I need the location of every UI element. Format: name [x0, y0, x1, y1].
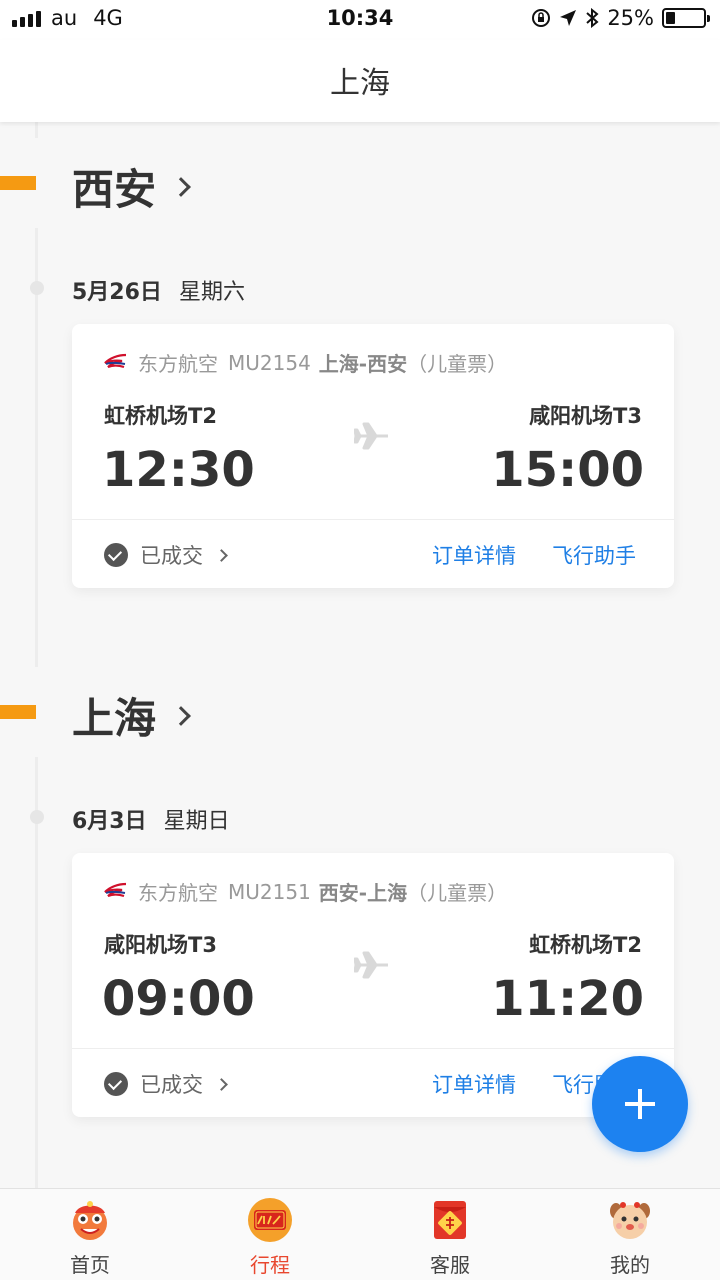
add-trip-button[interactable]	[592, 1056, 688, 1152]
trip-date: 5月26日 星期六	[72, 274, 245, 306]
departure-time: 12:30	[102, 442, 255, 498]
tab-service[interactable]: 客服	[360, 1189, 540, 1280]
tab-label: 首页	[70, 1253, 110, 1277]
arrival-time: 15:00	[491, 442, 644, 498]
city-marker	[0, 176, 36, 190]
chevron-right-icon	[171, 176, 191, 197]
arrival-airport: 咸阳机场T3	[529, 404, 642, 428]
weekday-label: 星期日	[163, 809, 230, 834]
airline-name: 东方航空	[138, 352, 218, 376]
status-label: 已成交	[140, 1073, 203, 1097]
ticket-type: （儿童票）	[407, 881, 508, 905]
order-status[interactable]: 已成交	[104, 1069, 228, 1099]
china-eastern-logo-icon	[104, 882, 127, 897]
tab-label: 客服	[430, 1253, 470, 1277]
tab-label: 我的	[610, 1253, 650, 1277]
order-status[interactable]: 已成交	[104, 540, 228, 570]
flight-number: MU2151	[228, 879, 311, 904]
trip-timeline[interactable]: 西安 5月26日 星期六 东方航空 MU2154 上海-西安 （儿童票） 虹桥机…	[0, 122, 720, 1188]
dog-face-icon	[610, 1202, 650, 1239]
status-right: 25%	[531, 6, 710, 30]
page-title: 上海	[330, 66, 390, 101]
order-detail-link[interactable]: 订单详情	[432, 1069, 516, 1099]
city-header-shanghai[interactable]: 上海	[72, 685, 191, 746]
flight-assistant-link[interactable]: 飞行助手	[552, 540, 636, 570]
departure-airport: 咸阳机场T3	[104, 933, 217, 957]
date-dot	[30, 281, 44, 295]
nav-bar: 上海	[0, 40, 720, 122]
departure-time: 09:00	[102, 971, 255, 1027]
airplane-icon	[354, 951, 388, 979]
weekday-label: 星期六	[178, 280, 245, 305]
location-icon	[560, 10, 577, 26]
flight-card[interactable]: 东方航空 MU2154 上海-西安 （儿童票） 虹桥机场T2 咸阳机场T3 12…	[72, 324, 674, 588]
order-detail-link[interactable]: 订单详情	[432, 540, 516, 570]
red-envelope-icon	[434, 1201, 466, 1239]
departure-airport: 虹桥机场T2	[104, 404, 217, 428]
card-divider	[72, 519, 674, 520]
date-dot	[30, 810, 44, 824]
tab-bar: 首页 行程 客服 我的	[0, 1188, 720, 1280]
battery-percent: 25%	[607, 6, 654, 30]
tab-mine[interactable]: 我的	[540, 1189, 720, 1280]
battery-icon	[662, 8, 710, 28]
arrival-time: 11:20	[491, 971, 644, 1027]
flight-info: 东方航空 MU2154 上海-西安 （儿童票）	[102, 348, 507, 377]
flight-info: 东方航空 MU2151 西安-上海 （儿童票）	[102, 877, 507, 906]
airplane-icon	[354, 422, 388, 450]
chevron-right-icon	[171, 705, 191, 726]
date-label: 5月26日	[72, 280, 162, 305]
arrival-airport: 虹桥机场T2	[529, 933, 642, 957]
2018-badge-icon	[248, 1198, 292, 1242]
tab-label: 行程	[250, 1253, 290, 1277]
trip-date: 6月3日 星期日	[72, 803, 230, 835]
check-circle-icon	[104, 1072, 128, 1096]
ticket-type: （儿童票）	[407, 352, 508, 376]
lion-dance-icon	[73, 1201, 107, 1240]
city-name: 上海	[72, 694, 157, 743]
city-name: 西安	[72, 165, 157, 214]
date-label: 6月3日	[72, 809, 147, 834]
flight-card[interactable]: 东方航空 MU2151 西安-上海 （儿童票） 咸阳机场T3 虹桥机场T2 09…	[72, 853, 674, 1117]
flight-route: 上海-西安	[318, 352, 408, 376]
status-bar: au 4G 10:34 25%	[0, 0, 720, 40]
check-circle-icon	[104, 543, 128, 567]
china-eastern-logo-icon	[104, 353, 127, 368]
flight-route: 西安-上海	[318, 881, 408, 905]
city-marker	[0, 705, 36, 719]
tab-home[interactable]: 首页	[0, 1189, 180, 1280]
flight-number: MU2154	[228, 350, 311, 375]
chevron-right-icon	[215, 548, 228, 562]
status-label: 已成交	[140, 544, 203, 568]
bluetooth-icon	[586, 8, 599, 28]
city-header-xian[interactable]: 西安	[72, 156, 191, 217]
orientation-lock-icon	[532, 9, 551, 27]
tab-trips[interactable]: 行程	[180, 1189, 360, 1280]
airline-name: 东方航空	[138, 881, 218, 905]
card-divider	[72, 1048, 674, 1049]
chevron-right-icon	[215, 1077, 228, 1091]
